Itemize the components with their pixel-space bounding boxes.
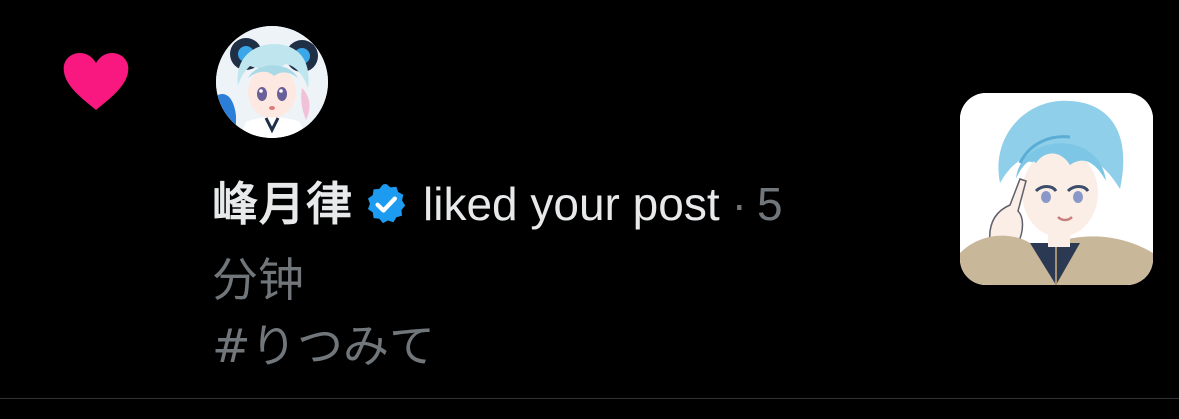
timestamp-number: 5	[756, 178, 783, 230]
user-avatar[interactable]	[216, 26, 328, 138]
action-text: liked your post	[423, 178, 720, 230]
post-thumbnail[interactable]	[960, 93, 1153, 285]
user-name[interactable]: 峰月律	[212, 172, 353, 236]
like-notification[interactable]: 峰月律 liked your post · 5 分钟 #りつみて	[0, 0, 1179, 398]
separator-dot: ·	[731, 178, 747, 230]
verified-badge-icon	[367, 183, 406, 224]
post-thumbnail-image	[960, 93, 1153, 285]
heart-icon	[63, 53, 129, 110]
divider	[0, 398, 1179, 399]
avatar-image	[216, 26, 328, 138]
notification-text-line: 峰月律 liked your post · 5	[212, 172, 783, 236]
post-text[interactable]: #りつみて	[212, 316, 435, 376]
timestamp-unit: 分钟	[212, 253, 304, 307]
